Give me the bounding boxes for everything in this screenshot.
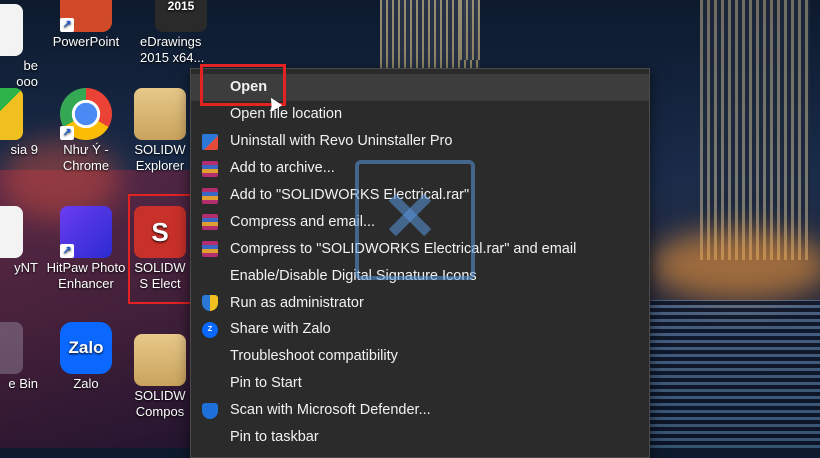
- menu-item-compress-rar-email[interactable]: Compress to "SOLIDWORKS Electrical.rar" …: [191, 235, 649, 262]
- zalo-icon: Z: [202, 322, 218, 339]
- menu-item-troubleshoot[interactable]: Troubleshoot compatibility: [191, 343, 649, 370]
- menu-item-add-to-archive[interactable]: Add to archive...: [191, 155, 649, 182]
- menu-item-pin-start[interactable]: Pin to Start: [191, 370, 649, 397]
- desktop-icon-partial-3[interactable]: yNT: [0, 206, 38, 276]
- menu-item-compress-email[interactable]: Compress and email...: [191, 208, 649, 235]
- menu-item-run-as-admin[interactable]: Run as administrator: [191, 289, 649, 316]
- menu-item-digital-signature[interactable]: Enable/Disable Digital Signature Icons: [191, 262, 649, 289]
- desktop-icon-chrome[interactable]: ↗ Như Ý - Chrome: [45, 88, 127, 174]
- desktop-icon-solidworks-composer[interactable]: SOLIDW Compos: [130, 334, 190, 420]
- context-menu: Open Open file location Uninstall with R…: [190, 68, 650, 458]
- solidworks-composer-icon: [134, 334, 186, 386]
- desktop-icon-partial-2[interactable]: sia 9: [0, 88, 38, 158]
- hitpaw-icon: ↗: [60, 206, 112, 258]
- menu-item-add-to-rar[interactable]: Add to "SOLIDWORKS Electrical.rar": [191, 182, 649, 209]
- desktop-icon-hitpaw[interactable]: ↗ HitPaw Photo Enhancer: [45, 206, 127, 292]
- desktop-icon-zalo[interactable]: Zalo Zalo: [45, 322, 127, 392]
- shortcut-arrow-icon: ↗: [60, 18, 74, 32]
- revo-uninstaller-icon: [202, 133, 218, 150]
- shortcut-arrow-icon: ↗: [60, 126, 74, 140]
- desktop-icon-solidworks-explorer[interactable]: SOLIDW Explorer: [130, 88, 190, 174]
- recycle-bin-icon: [0, 322, 23, 374]
- desktop-icon-partial-4[interactable]: e Bin: [0, 322, 38, 392]
- selection-highlight-box: [128, 194, 192, 304]
- edrawings-icon: 2015: [155, 0, 207, 32]
- menu-item-pin-taskbar[interactable]: Pin to taskbar: [191, 424, 649, 451]
- winrar-icon: [202, 214, 218, 231]
- menu-item-share-zalo[interactable]: Z Share with Zalo: [191, 316, 649, 343]
- winrar-icon: [202, 160, 218, 177]
- winrar-icon: [202, 187, 218, 204]
- menu-item-revo-uninstall[interactable]: Uninstall with Revo Uninstaller Pro: [191, 128, 649, 155]
- shortcut-arrow-icon: ↗: [60, 244, 74, 258]
- app-icon: [0, 206, 23, 258]
- shield-app-icon: [0, 88, 23, 140]
- zalo-app-icon: Zalo: [60, 322, 112, 374]
- uac-shield-icon: [202, 295, 218, 312]
- winrar-icon: [202, 241, 218, 258]
- app-icon: [0, 4, 23, 56]
- menu-item-open[interactable]: Open: [191, 74, 649, 101]
- defender-icon: [202, 402, 218, 419]
- desktop-icon-edrawings[interactable]: 2015 eDrawings 2015 x64...: [140, 0, 222, 66]
- solidworks-explorer-icon: [134, 88, 186, 140]
- desktop-icon-partial-1[interactable]: be ooo: [0, 4, 38, 90]
- powerpoint-icon: ↗: [60, 0, 112, 32]
- desktop-icon-powerpoint[interactable]: ↗ PowerPoint: [45, 0, 127, 50]
- menu-item-open-file-location[interactable]: Open file location: [191, 101, 649, 128]
- chrome-icon: ↗: [60, 88, 112, 140]
- menu-item-scan-defender[interactable]: Scan with Microsoft Defender...: [191, 397, 649, 424]
